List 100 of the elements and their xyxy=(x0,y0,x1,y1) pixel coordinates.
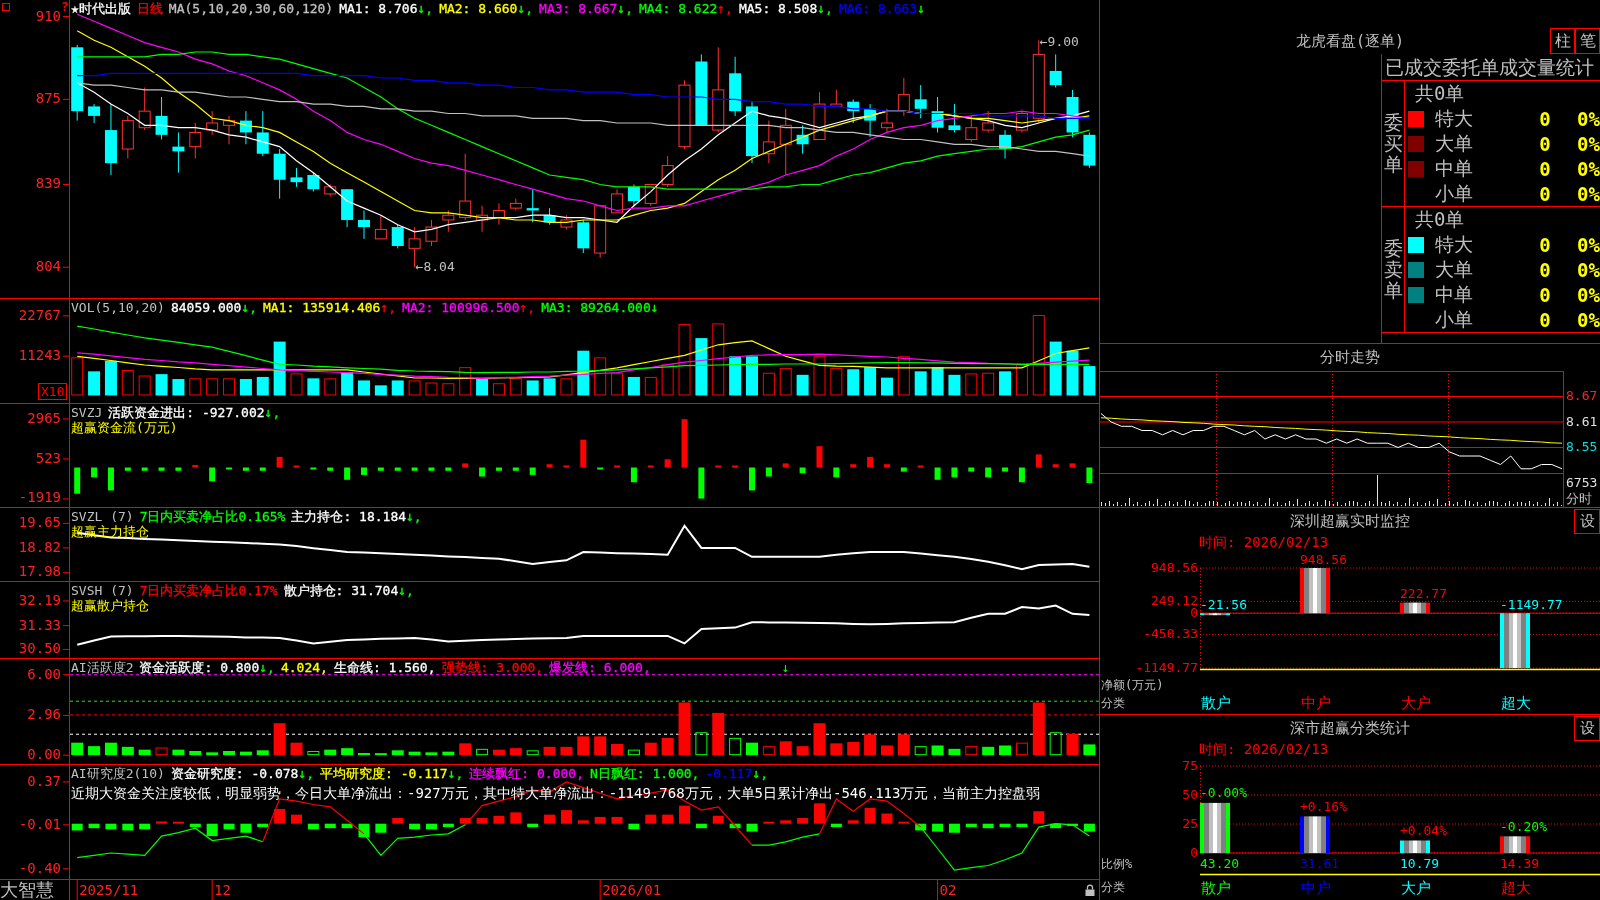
value-label: 222.77 xyxy=(1400,586,1447,602)
candle xyxy=(914,84,927,119)
candle xyxy=(847,98,860,124)
category-label: 大户 xyxy=(1401,693,1431,712)
settings-button[interactable]: 设 xyxy=(1574,508,1600,534)
axis-title: 分类 xyxy=(1101,879,1125,894)
trend-arrow: ↓, xyxy=(517,1,534,16)
row-label: 特大 xyxy=(1435,232,1473,257)
legend-text: -0.117 xyxy=(705,766,753,781)
legend-text: 资金活跃度: 0.800 xyxy=(139,660,260,675)
candle xyxy=(374,214,387,240)
axis-label: 8.55 xyxy=(1566,439,1598,454)
candle xyxy=(560,214,573,230)
research-bar xyxy=(932,823,944,832)
legend-text: 资金研究度: -0.078 xyxy=(170,766,299,781)
time-label: 时间: 2026/02/13 xyxy=(1199,534,1329,550)
flow-bar xyxy=(91,467,98,478)
research-bar xyxy=(965,823,977,828)
axis-label: 22767 xyxy=(18,306,61,323)
axis-label: 30.50 xyxy=(18,640,61,656)
count-value: 0 xyxy=(1539,108,1551,130)
flow-bar xyxy=(597,467,604,470)
help-mark[interactable]: ? xyxy=(61,0,69,14)
volume-label: 6753 xyxy=(1566,474,1598,490)
flow-bar xyxy=(107,467,114,491)
research-bar xyxy=(307,823,319,830)
flow-bar xyxy=(664,459,671,468)
legend-text: 生命线: 1.560, xyxy=(333,660,436,675)
count-value: 0 xyxy=(1539,158,1551,180)
axis-label: 75 xyxy=(1182,757,1198,773)
flow-bar xyxy=(74,467,81,494)
trend-arrow: ↓, xyxy=(752,766,769,781)
candle xyxy=(1066,89,1079,138)
research-bar xyxy=(1016,823,1028,828)
trend-arrow: ↓, xyxy=(447,766,464,781)
candle xyxy=(307,172,320,193)
legend-text: 连续飘红: 0.000, xyxy=(469,766,584,781)
legend-text: 主力持仓: 18.184 xyxy=(291,509,407,524)
trend-arrow: ↓, xyxy=(406,509,422,524)
net-bar xyxy=(1300,816,1330,853)
candle xyxy=(796,124,809,155)
candle xyxy=(290,167,303,188)
research-bar xyxy=(729,823,741,829)
settings-button[interactable]: 设 xyxy=(1574,715,1600,741)
candle xyxy=(121,115,134,159)
flow-bar xyxy=(546,464,553,468)
flow-bar xyxy=(782,463,789,468)
change-label: -0.20% xyxy=(1500,818,1547,834)
axis-label: 11243 xyxy=(18,347,61,364)
lock-icon xyxy=(1085,884,1095,896)
research-bar xyxy=(274,809,286,824)
count-value: 0 xyxy=(1539,234,1551,256)
table-title: 已成交委托单成交量统计 xyxy=(1382,54,1600,81)
candle xyxy=(999,129,1012,159)
legend-text: 强势线: 3.000, xyxy=(441,660,544,675)
axis-label: 2965 xyxy=(27,409,61,426)
value-label: -21.56 xyxy=(1200,596,1247,612)
legend-text: MA2: 100996.500 xyxy=(402,300,520,315)
flow-bar xyxy=(867,456,874,468)
date-label: 2025/11 xyxy=(79,882,139,898)
axis-label: -450.33 xyxy=(1143,626,1198,642)
total-label: 共0单 xyxy=(1415,206,1465,232)
candle xyxy=(341,188,354,228)
research-bar xyxy=(679,805,690,824)
legend-text: 爆发线: 6.000, xyxy=(549,660,651,675)
value-label: 10.79 xyxy=(1400,855,1440,871)
research-bar xyxy=(510,812,522,824)
trend-arrow: ↓, xyxy=(617,1,633,16)
change-label: -0.00% xyxy=(1200,785,1247,801)
time-label: 时间: 2026/02/13 xyxy=(1199,741,1329,757)
candle xyxy=(526,188,539,223)
flow-bar xyxy=(242,467,249,471)
indicator-name: SVSH (7) xyxy=(71,583,134,598)
row-label: 小单 xyxy=(1435,181,1473,206)
research-bar xyxy=(611,816,623,824)
value-label: 14.39 xyxy=(1500,855,1540,871)
square-icon xyxy=(2,3,10,11)
legend-text: ★时代出版 xyxy=(71,1,131,16)
trend-arrow: ↓, xyxy=(259,660,275,675)
view-button[interactable]: 笔 xyxy=(1575,28,1600,54)
candle xyxy=(644,184,657,207)
trend-arrow: ↓, xyxy=(298,766,315,781)
research-bar xyxy=(814,803,825,824)
candle xyxy=(324,184,337,197)
candle xyxy=(543,207,556,226)
legend-text: MA3: 8.667 xyxy=(539,1,618,16)
research-bar xyxy=(1033,811,1045,824)
share-value: 0% xyxy=(1577,309,1600,331)
flow-bar xyxy=(951,467,958,478)
category-label: 中户 xyxy=(1301,878,1331,897)
flow-bar xyxy=(226,467,233,470)
view-button[interactable]: 柱 xyxy=(1550,28,1575,54)
flow-bar xyxy=(580,439,587,468)
axis-label: 8.61 xyxy=(1566,413,1598,429)
flow-bar xyxy=(765,467,772,477)
legend-text: MA1: 8.706 xyxy=(339,1,418,16)
trend-arrow: ↓, xyxy=(417,1,434,16)
research-bar xyxy=(763,821,775,824)
indicator-name: SVZL (7) xyxy=(71,509,134,524)
legend-text: MA5: 8.508 xyxy=(738,1,818,16)
